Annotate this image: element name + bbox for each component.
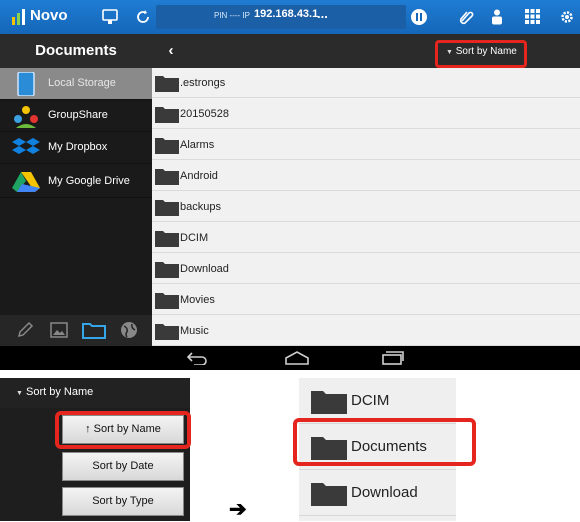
folder-name: .estrongs <box>180 77 226 89</box>
user-icon[interactable] <box>489 8 505 25</box>
documents-highlight <box>293 418 476 466</box>
list-item[interactable]: .estrongs <box>152 68 580 98</box>
image-icon[interactable] <box>50 321 68 339</box>
folder-icon <box>155 262 179 278</box>
folder-icon <box>155 138 179 154</box>
caret-down-icon: ▼ <box>16 390 23 397</box>
sidebar-item-label: Local Storage <box>48 77 116 89</box>
sidebar-item-label: GroupShare <box>48 109 108 121</box>
arrow-right-icon: ➔ <box>229 498 247 521</box>
list-item[interactable]: 20150528 <box>152 99 580 129</box>
folder-icon <box>311 391 347 414</box>
sidebar-item-groupshare[interactable]: GroupShare <box>0 100 152 132</box>
attach-icon[interactable] <box>458 9 474 25</box>
sidebar-item-label: My Dropbox <box>48 141 108 153</box>
pencil-icon[interactable] <box>16 321 34 339</box>
sidebar-item-google-drive[interactable]: My Google Drive <box>0 166 152 198</box>
back-button[interactable]: ‹ <box>160 40 182 62</box>
folder-name: DCIM <box>351 392 390 409</box>
dropbox-icon <box>12 138 40 154</box>
folder-name: DCIM <box>180 232 209 244</box>
recents-nav-icon[interactable] <box>382 351 404 365</box>
caret-down-icon: ▼ <box>446 49 453 56</box>
sort-by-type-button[interactable]: Sort by Type <box>62 487 184 516</box>
folder-icon <box>311 483 347 506</box>
more-dots[interactable]: ... <box>317 6 328 21</box>
sort-panel-header-label: ▼ Sort by Name <box>16 386 93 398</box>
folder-icon <box>155 200 179 216</box>
pin-label: PIN ---- IP <box>214 11 250 20</box>
folder-name: Download <box>351 484 418 501</box>
home-nav-icon[interactable] <box>285 351 309 365</box>
sort-by-date-button[interactable]: Sort by Date <box>62 452 184 481</box>
sidebar-item-local-storage[interactable]: Local Storage <box>0 68 152 100</box>
list-item[interactable]: Download <box>299 470 456 516</box>
folder-name: 20150528 <box>180 108 229 120</box>
novo-logo-icon <box>12 9 25 25</box>
folder-icon[interactable] <box>82 321 106 339</box>
sort-panel-header-text: Sort by Name <box>26 386 94 398</box>
tablet-icon <box>17 72 35 96</box>
folder-name: Alarms <box>180 139 215 151</box>
folder-name: Movies <box>180 294 215 306</box>
back-nav-icon[interactable] <box>186 351 208 365</box>
sort-name-highlight <box>55 411 191 449</box>
list-item[interactable]: DCIM <box>152 223 580 253</box>
sidebar-title: Documents <box>0 34 152 68</box>
folder-name: Download <box>180 263 229 275</box>
sidebar-item-label: My Google Drive <box>48 175 130 187</box>
sidebar-item-dropbox[interactable]: My Dropbox <box>0 132 152 164</box>
list-item[interactable]: Music <box>152 316 580 346</box>
list-item[interactable]: Download <box>152 254 580 284</box>
google-drive-icon <box>12 172 40 192</box>
list-item[interactable]: Android <box>152 161 580 191</box>
gear-icon[interactable] <box>559 9 575 25</box>
ip-address: 192.168.43.1 <box>254 8 319 20</box>
globe-icon[interactable] <box>120 321 138 339</box>
sort-dropdown-label: Sort by Name <box>455 46 517 57</box>
sidebar-bottom-toolbar <box>0 315 152 346</box>
refresh-icon[interactable] <box>135 9 151 25</box>
folder-icon <box>155 107 179 123</box>
sort-dropdown[interactable]: ▼ Sort by Name <box>446 46 517 57</box>
folder-icon <box>155 324 179 340</box>
folder-icon <box>155 293 179 309</box>
list-item[interactable]: backups <box>152 192 580 222</box>
folder-name: Music <box>180 325 209 337</box>
app-name[interactable]: Novo <box>30 7 68 24</box>
list-item[interactable]: Movies <box>152 285 580 315</box>
folder-name: Android <box>180 170 218 182</box>
list-item[interactable]: Alarms <box>152 130 580 160</box>
folder-icon <box>155 76 179 92</box>
folder-name: backups <box>180 201 221 213</box>
top-app-bar: Novo PIN ---- IP 192.168.43.1 ... <box>0 0 580 34</box>
presenter-icon[interactable] <box>102 9 118 25</box>
pause-icon[interactable] <box>410 8 428 26</box>
groupshare-icon <box>14 106 38 128</box>
folder-icon <box>155 231 179 247</box>
grid-icon[interactable] <box>525 9 540 24</box>
folder-icon <box>155 169 179 185</box>
